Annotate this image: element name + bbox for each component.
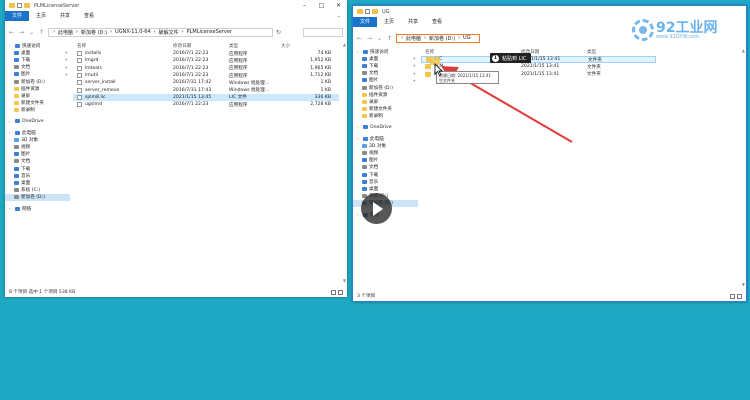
step-number-badge: 1 [492,54,499,62]
folder-info-tooltip: 创建日期: 2021/1/15 13:41 空文件夹 [436,71,499,84]
paste-tip-label: 粘贴到 LIC [502,55,527,62]
gear-icon [632,19,654,41]
paste-step-tooltip: 1 粘贴到 LIC [490,53,532,63]
site-logo: 92工业网 www.92GYW.com [632,19,717,41]
tooltip-line: 空文件夹 [439,78,455,83]
logo-title: 92工业网 [656,19,718,36]
play-button[interactable] [361,193,392,224]
logo-url: www.92GYW.com [656,33,700,40]
mouse-cursor-icon [434,63,443,76]
